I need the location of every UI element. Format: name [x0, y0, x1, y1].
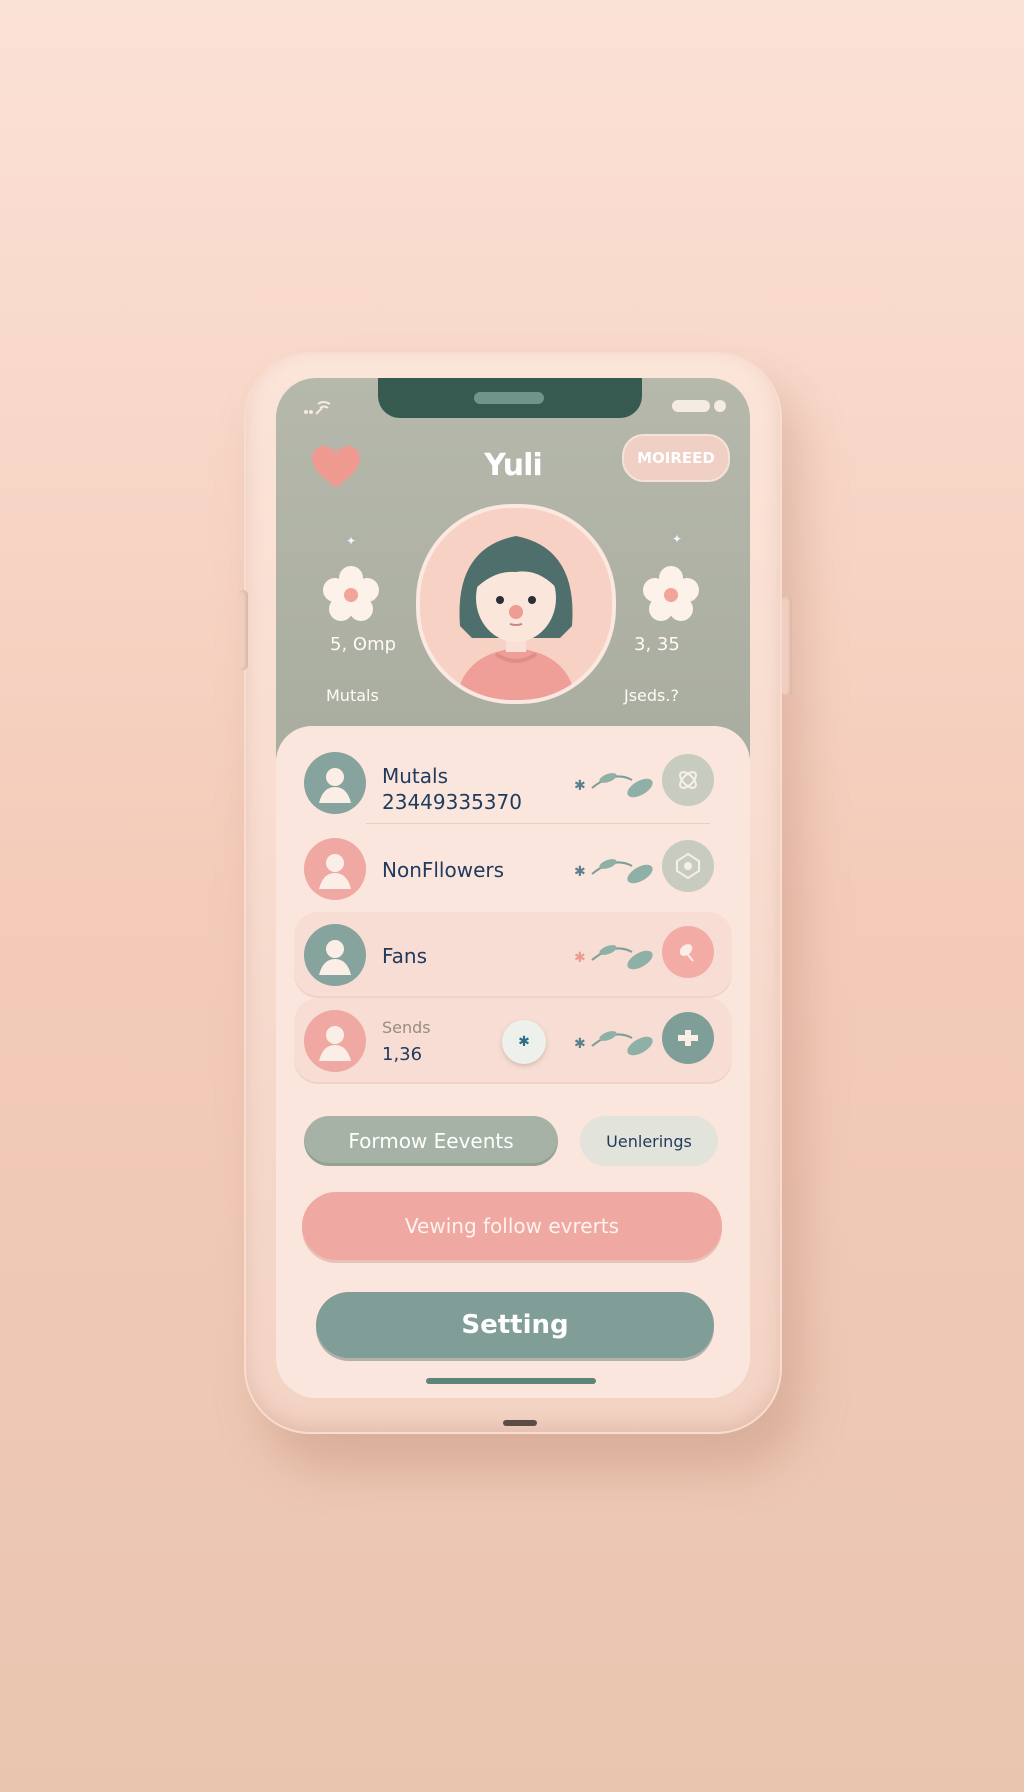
list-item-sends[interactable]: Sends 1,36 ✱ ✱ [294, 998, 732, 1082]
notch-bar [474, 392, 544, 404]
person-icon [319, 768, 351, 803]
phone-screen: Yuli MOIREED ✦ ✦ 5, Ꙩmp Mutals 3, 35 Jse… [276, 378, 750, 1398]
profile-header: Yuli MOIREED ✦ ✦ 5, Ꙩmp Mutals 3, 35 Jse… [276, 378, 750, 758]
list-item-title: Fans [382, 944, 428, 968]
person-icon [319, 940, 351, 975]
person-icon [319, 1026, 351, 1061]
user-avatar [304, 838, 366, 900]
follow-events-button[interactable]: Formow Eevents [304, 1116, 558, 1166]
home-indicator[interactable] [426, 1378, 596, 1384]
list-item-count: 23449335370 [382, 790, 522, 814]
sparkle-icon: ✦ [346, 534, 357, 548]
plus-icon[interactable] [662, 1012, 714, 1064]
user-avatar [304, 1010, 366, 1072]
svg-text:✱: ✱ [574, 778, 586, 794]
status-badge[interactable]: MOIREED [622, 434, 730, 482]
phone-port [503, 1420, 537, 1426]
pattern-icon[interactable] [662, 840, 714, 892]
svg-text:✱: ✱ [574, 1036, 586, 1052]
setting-button[interactable]: Setting [316, 1292, 714, 1358]
right-stat-value: 3, 35 [634, 634, 680, 655]
list-item-title: Mutals [382, 764, 449, 788]
svg-text:✱: ✱ [574, 864, 586, 880]
user-avatar [304, 924, 366, 986]
side-button-right [782, 596, 792, 696]
right-stat-label: Jseds.? [624, 686, 679, 705]
side-button-left [238, 590, 248, 670]
knot-icon[interactable] [662, 754, 714, 806]
wifi-icon [300, 398, 332, 422]
list-item-title: NonFllowers [382, 858, 505, 882]
list-item-fans[interactable]: Fans ✱ [294, 912, 732, 996]
flower-icon [643, 566, 699, 621]
viewing-events-button[interactable]: Vewing follow evrerts [302, 1192, 722, 1260]
leaves-icon: ✱ [574, 1031, 653, 1056]
list-item-nonfollowers[interactable]: NonFllowers ✱ [294, 826, 732, 910]
underings-button[interactable]: Uenlerings [580, 1116, 718, 1166]
flower-icon [323, 566, 379, 621]
left-stat-value: 5, Ꙩmp [330, 634, 397, 655]
sparkle-icon: ✦ [672, 532, 683, 546]
profile-avatar[interactable] [416, 504, 616, 704]
star-button[interactable]: ✱ [502, 1020, 546, 1064]
leaf-icon[interactable] [662, 926, 714, 978]
leaves-icon: ✱ [574, 945, 653, 970]
list-item-mutals[interactable]: Mutals 23449335370 ✱ [294, 740, 732, 824]
svg-text:✱: ✱ [574, 950, 586, 966]
notch [378, 378, 642, 418]
list-item-count: 1,36 [382, 1044, 423, 1065]
user-avatar [304, 752, 366, 814]
person-icon [319, 854, 351, 889]
battery-icon [672, 400, 710, 412]
divider [366, 823, 710, 824]
leaves-icon: ✱ [574, 773, 653, 798]
status-dot [714, 400, 726, 412]
left-stat-label: Mutals [326, 686, 379, 705]
girl-avatar-icon [456, 536, 576, 700]
leaves-icon: ✱ [574, 859, 653, 884]
list-item-title: Sends [382, 1018, 431, 1037]
